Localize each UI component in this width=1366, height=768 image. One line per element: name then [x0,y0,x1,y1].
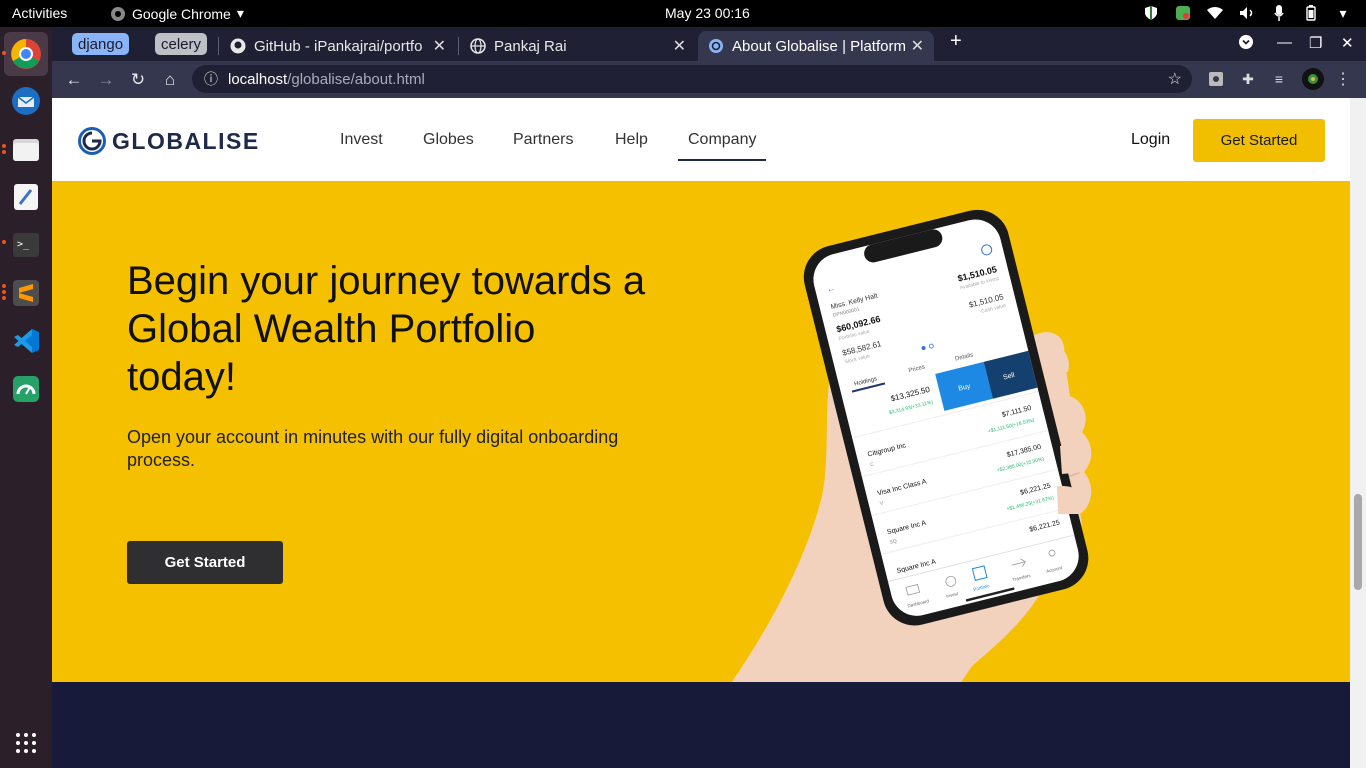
svg-text:>_: >_ [17,239,30,250]
profile-avatar[interactable] [1302,68,1324,90]
folder-icon [13,139,39,161]
tab-title: Pankaj Rai [494,37,567,55]
running-indicator [2,284,6,288]
back-button[interactable]: ← [63,69,85,91]
battery-icon[interactable] [1302,4,1320,22]
dock-files[interactable] [8,131,44,167]
logo-wordmark: GLOBALISE [112,127,260,154]
home-button[interactable]: ⌂ [159,69,181,91]
globalise-favicon [709,39,723,53]
page-viewport: GLOBALISE Invest Globes Partners Help Co… [52,98,1350,768]
dock-text-editor[interactable] [8,179,44,215]
minimize-button[interactable]: — [1277,34,1292,51]
browser-toolbar: ← → ↻ ⌂ ⓘ localhost/globalise/about.html… [52,61,1366,98]
close-tab-icon[interactable]: ✕ [673,36,686,56]
system-top-bar: Activities Google Chrome ▾ May 23 00:16 … [0,0,1366,27]
dock-vscode[interactable] [8,323,44,359]
hand-holding-phone-image: ← Miss. Kelly Halt DPN000001 $60,092.66 … [731,209,1092,682]
nav-globes[interactable]: Globes [423,131,474,149]
running-indicator [2,240,6,244]
gauge-icon [13,376,39,402]
site-logo[interactable]: GLOBALISE [78,127,260,155]
forward-button[interactable]: → [95,69,117,91]
get-started-button-header[interactable]: Get Started [1193,119,1325,162]
update-icon[interactable] [1174,4,1192,22]
tab-title: GitHub - iPankajrai/portfo [254,37,423,55]
running-indicator [2,296,6,300]
dock-chrome[interactable] [4,32,48,76]
github-icon [230,38,246,54]
app-menu[interactable]: Google Chrome ▾ [110,5,244,22]
close-window-button[interactable]: ✕ [1341,34,1354,52]
dark-section [52,682,1350,768]
nav-partners[interactable]: Partners [513,131,573,149]
maximize-button[interactable]: ❐ [1309,34,1322,52]
tab-separator [218,37,219,55]
close-tab-icon[interactable]: ✕ [911,36,924,56]
shield-icon[interactable] [1142,4,1160,22]
tab-pankaj-rai[interactable]: Pankaj Rai ✕ [460,31,696,61]
power-menu-caret-icon[interactable]: ▾ [1334,4,1352,22]
close-tab-icon[interactable]: ✕ [433,36,446,56]
dock-sublime[interactable] [8,275,44,311]
running-indicator [2,290,6,294]
reload-button[interactable]: ↻ [127,69,149,91]
dock-thunderbird[interactable] [8,83,44,119]
dock-terminal[interactable]: >_ [8,227,44,263]
scrollbar-thumb[interactable] [1354,494,1362,590]
extension-icon[interactable] [1207,70,1225,88]
clock[interactable]: May 23 00:16 [665,5,750,21]
running-indicator [2,150,6,154]
page-scrollbar[interactable] [1350,98,1366,768]
tab-github[interactable]: GitHub - iPankajrai/portfo ✕ [220,31,456,61]
running-indicator [2,51,6,55]
site-header: GLOBALISE Invest Globes Partners Help Co… [52,98,1350,181]
nav-company[interactable]: Company [678,131,767,161]
wifi-icon[interactable] [1206,4,1224,22]
microphone-icon[interactable] [1270,4,1288,22]
url-path: /globalise/about.html [287,70,425,88]
hero-subtext: Open your account in minutes with our fu… [127,427,619,470]
media-controls-icon[interactable]: ≡ [1270,70,1288,88]
volume-icon[interactable] [1238,4,1256,22]
hero-section: Begin your journey towards a Global Weal… [52,181,1350,682]
login-link[interactable]: Login [1131,131,1170,149]
tab-search-icon[interactable] [1238,34,1254,54]
sublime-text-icon [13,280,39,306]
globe-icon [470,38,486,54]
tab-separator [458,37,459,55]
extensions-puzzle-icon[interactable]: ✚ [1239,70,1257,88]
bookmark-star-icon[interactable]: ☆ [1168,69,1182,89]
nav-help[interactable]: Help [615,131,648,149]
browser-menu-icon[interactable]: ⋮ [1334,70,1352,88]
app-menu-label: Google Chrome [132,5,231,22]
tab-group-celery[interactable]: celery [155,33,208,55]
hero-heading: Begin your journey towards a Global Weal… [127,259,646,399]
tab-globalise-about[interactable]: About Globalise | Platform ✕ [698,31,934,61]
chrome-icon [11,39,41,69]
address-bar[interactable]: ⓘ localhost/globalise/about.html ☆ [192,65,1192,93]
tab-group-django[interactable]: django [72,33,130,55]
dock: >_ [0,27,52,768]
text-editor-icon [14,184,38,210]
activities-button[interactable]: Activities [12,5,67,21]
new-tab-button[interactable]: + [950,30,962,53]
tab-strip: django celery GitHub - iPankajrai/portfo… [52,27,1366,61]
terminal-icon: >_ [13,233,39,257]
get-started-button-hero[interactable]: Get Started [127,541,283,584]
tab-title: About Globalise | Platform [732,37,906,55]
caret-down-icon: ▾ [236,5,244,21]
dock-show-applications[interactable] [8,725,44,761]
vscode-icon [14,329,39,353]
system-tray[interactable]: ▾ [1142,4,1352,22]
thunderbird-icon [12,87,40,115]
app-grid-icon [16,733,36,753]
dock-gauge-app[interactable] [8,371,44,407]
globalise-logo-icon [78,127,106,155]
nav-invest[interactable]: Invest [340,131,383,149]
url-host: localhost [228,70,288,88]
site-info-icon[interactable]: ⓘ [204,69,218,89]
chrome-app-icon [111,6,125,21]
running-indicator [2,144,6,148]
